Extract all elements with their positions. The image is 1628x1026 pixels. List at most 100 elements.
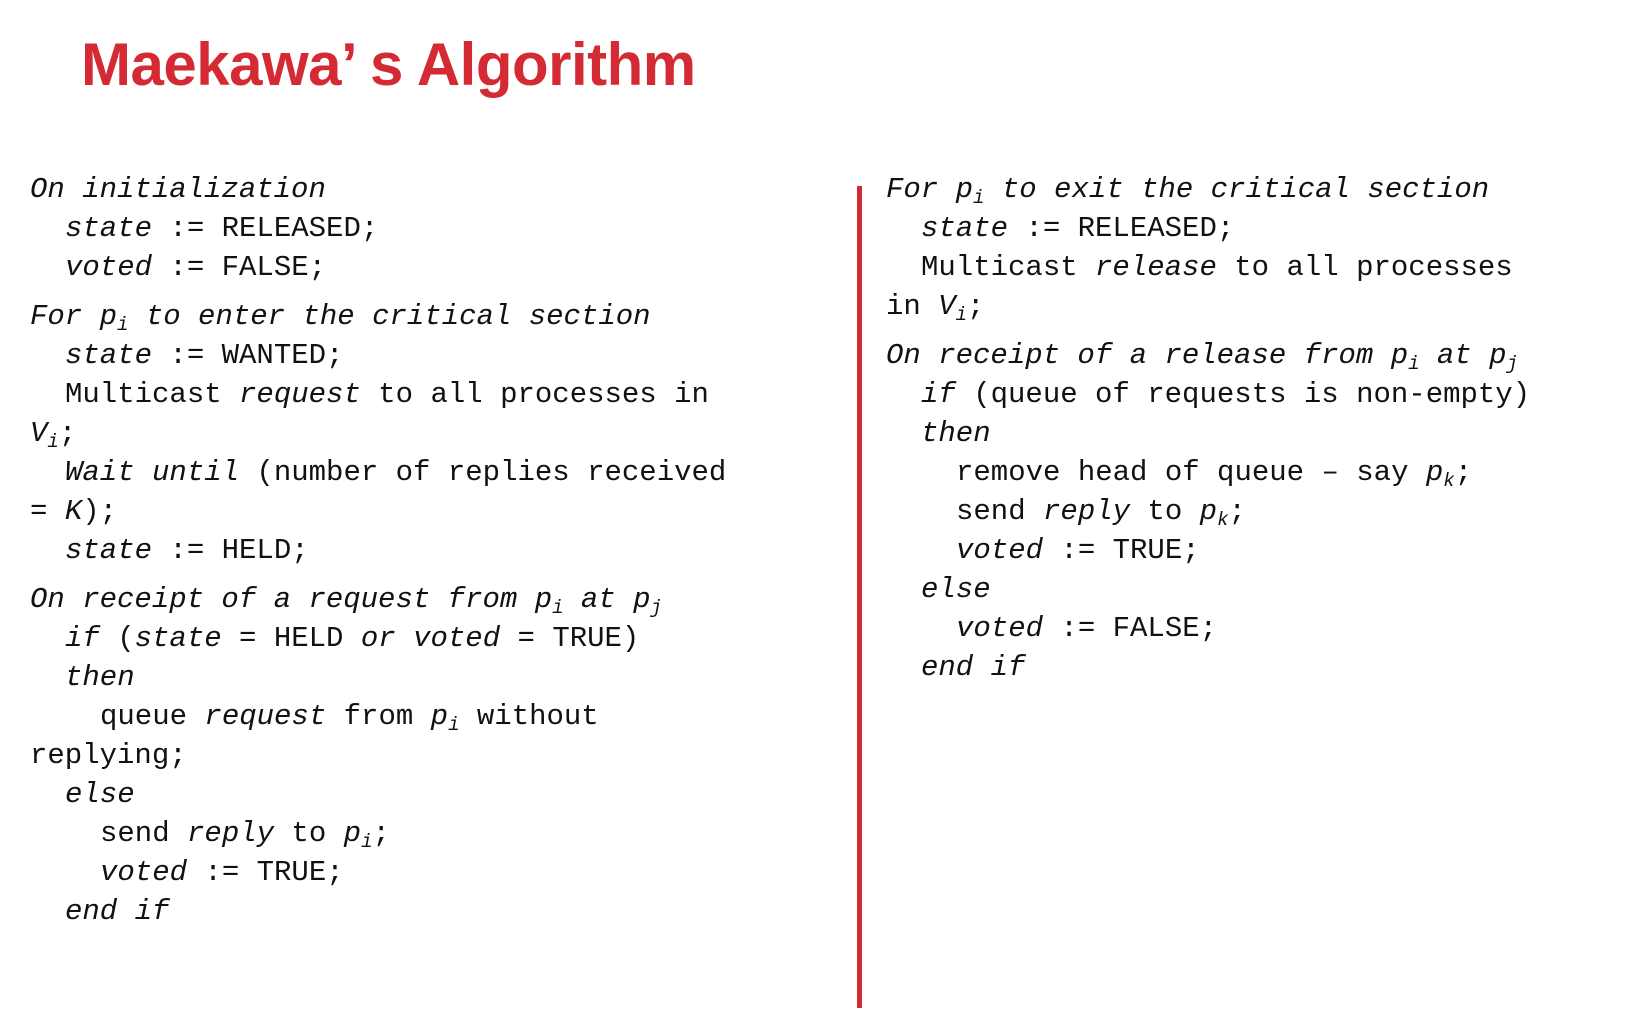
reply-keyword: reply bbox=[1043, 495, 1131, 528]
receipt-p-sub: i bbox=[552, 597, 564, 619]
receipt-p: p bbox=[534, 583, 553, 616]
state-value: := RELEASED; bbox=[1025, 212, 1235, 245]
exit-multicast-line: Multicast release to all processes bbox=[886, 248, 1626, 287]
then-keyword: then bbox=[921, 417, 991, 450]
if-rest: (queue of requests is non-empty) bbox=[955, 378, 1531, 411]
send-p: p bbox=[1199, 495, 1218, 528]
init-block: On initialization state := RELEASED; vot… bbox=[30, 170, 830, 287]
release-block: On receipt of a release from pi at pj if… bbox=[886, 336, 1626, 687]
exit-in-line: in Vi; bbox=[886, 287, 1626, 326]
reply-keyword: reply bbox=[187, 817, 275, 850]
request-keyword: request bbox=[204, 700, 327, 733]
receipt-if-line: if (state = HELD or voted = TRUE) bbox=[30, 619, 830, 658]
enter-state-line: state := WANTED; bbox=[30, 336, 830, 375]
receipt-header: On receipt of a request from pi at pj bbox=[30, 580, 830, 619]
enter-k-line: = K); bbox=[30, 492, 830, 531]
v-sub: i bbox=[955, 304, 968, 326]
state-value: := HELD; bbox=[169, 534, 309, 567]
enter-header-p: p bbox=[99, 300, 118, 333]
release-header: On receipt of a release from pi at pj bbox=[886, 336, 1626, 375]
state-var: state bbox=[65, 534, 153, 567]
v-end: ; bbox=[58, 417, 77, 450]
receipt-endif-line: end if bbox=[30, 892, 830, 931]
state-value: := WANTED; bbox=[169, 339, 344, 372]
state-var: state bbox=[921, 212, 1009, 245]
exit-header-sub: i bbox=[973, 187, 985, 209]
endif-keyword: end if bbox=[65, 895, 170, 928]
right-column: For pi to exit the critical section stat… bbox=[886, 170, 1626, 687]
enter-multicast-line: Multicast request to all processes in bbox=[30, 375, 830, 414]
exit-block: For pi to exit the critical section stat… bbox=[886, 170, 1626, 326]
k-end: ); bbox=[82, 495, 118, 528]
from-text: from bbox=[326, 700, 431, 733]
release-p: p bbox=[1390, 339, 1409, 372]
enter-wait-line: Wait until (number of replies received bbox=[30, 453, 830, 492]
exit-header-b: to exit the critical section bbox=[984, 173, 1490, 206]
release-header-a: On receipt of a release from bbox=[886, 339, 1391, 372]
send-text: send bbox=[100, 817, 188, 850]
receipt-else-line: else bbox=[30, 775, 830, 814]
wait-keyword: Wait until bbox=[65, 456, 240, 489]
release-else-line: else bbox=[886, 570, 1626, 609]
to-text: to bbox=[274, 817, 344, 850]
state-var: state bbox=[65, 212, 153, 245]
receipt-send-line: send reply to pi; bbox=[30, 814, 830, 853]
if-or-voted: or voted bbox=[360, 622, 501, 655]
release-pj: p bbox=[1489, 339, 1507, 372]
voted-var: voted bbox=[65, 251, 153, 284]
remove-p: p bbox=[1425, 456, 1444, 489]
receipt-voted-line: voted := TRUE; bbox=[30, 853, 830, 892]
receipt-pj-sub: j bbox=[650, 597, 662, 619]
enter-header-b: to enter the critical section bbox=[128, 300, 651, 333]
init-header-text: On initialization bbox=[30, 173, 326, 206]
voted-var: voted bbox=[100, 856, 188, 889]
voted-value: := TRUE; bbox=[204, 856, 344, 889]
release-keyword: release bbox=[1095, 251, 1217, 284]
left-column: On initialization state := RELEASED; vot… bbox=[30, 170, 830, 931]
if-paren: ( bbox=[99, 622, 135, 655]
else-keyword: else bbox=[65, 778, 135, 811]
v-sub: i bbox=[47, 431, 59, 453]
queue-p-sub: i bbox=[448, 714, 460, 736]
send-text: send bbox=[956, 495, 1044, 528]
if-state: state bbox=[134, 622, 222, 655]
queue-text: queue bbox=[100, 700, 205, 733]
multicast-text: Multicast bbox=[921, 251, 1096, 284]
release-send-line: send reply to pk; bbox=[886, 492, 1626, 531]
release-remove-line: remove head of queue – say pk; bbox=[886, 453, 1626, 492]
multicast-text: Multicast bbox=[65, 378, 240, 411]
endif-keyword: end if bbox=[921, 651, 1026, 684]
if-keyword: if bbox=[921, 378, 956, 411]
receipt-then-line: then bbox=[30, 658, 830, 697]
enter-header-sub: i bbox=[117, 314, 129, 336]
slide-title: Maekawa’ s Algorithm bbox=[81, 31, 696, 98]
release-p-sub: i bbox=[1408, 353, 1420, 375]
then-keyword: then bbox=[65, 661, 135, 694]
v-end: ; bbox=[967, 290, 985, 323]
enter-block: For pi to enter the critical section sta… bbox=[30, 297, 830, 570]
queue-p: p bbox=[430, 700, 449, 733]
release-pj-sub: j bbox=[1506, 353, 1518, 375]
voted-var: voted bbox=[956, 612, 1044, 645]
send-end: ; bbox=[372, 817, 390, 850]
receipt-queue-line: queue request from pi without bbox=[30, 697, 830, 736]
exit-header: For pi to exit the critical section bbox=[886, 170, 1626, 209]
state-value: := RELEASED; bbox=[169, 212, 379, 245]
init-header: On initialization bbox=[30, 170, 830, 209]
release-then-line: then bbox=[886, 414, 1626, 453]
send-p-sub: k bbox=[1217, 509, 1229, 531]
enter-held-line: state := HELD; bbox=[30, 531, 830, 570]
send-p: p bbox=[343, 817, 362, 850]
receipt-at: at bbox=[563, 583, 634, 616]
send-end: ; bbox=[1228, 495, 1246, 528]
state-var: state bbox=[65, 339, 153, 372]
request-keyword: request bbox=[239, 378, 361, 411]
if-keyword: if bbox=[65, 622, 100, 655]
release-at: at bbox=[1419, 339, 1490, 372]
wait-rest: (number of replies received bbox=[239, 456, 727, 489]
release-if-line: if (queue of requests is non-empty) bbox=[886, 375, 1626, 414]
without-text: without bbox=[459, 700, 599, 733]
exit-state-line: state := RELEASED; bbox=[886, 209, 1626, 248]
replying-text: replying; bbox=[30, 739, 187, 772]
init-state-line: state := RELEASED; bbox=[30, 209, 830, 248]
